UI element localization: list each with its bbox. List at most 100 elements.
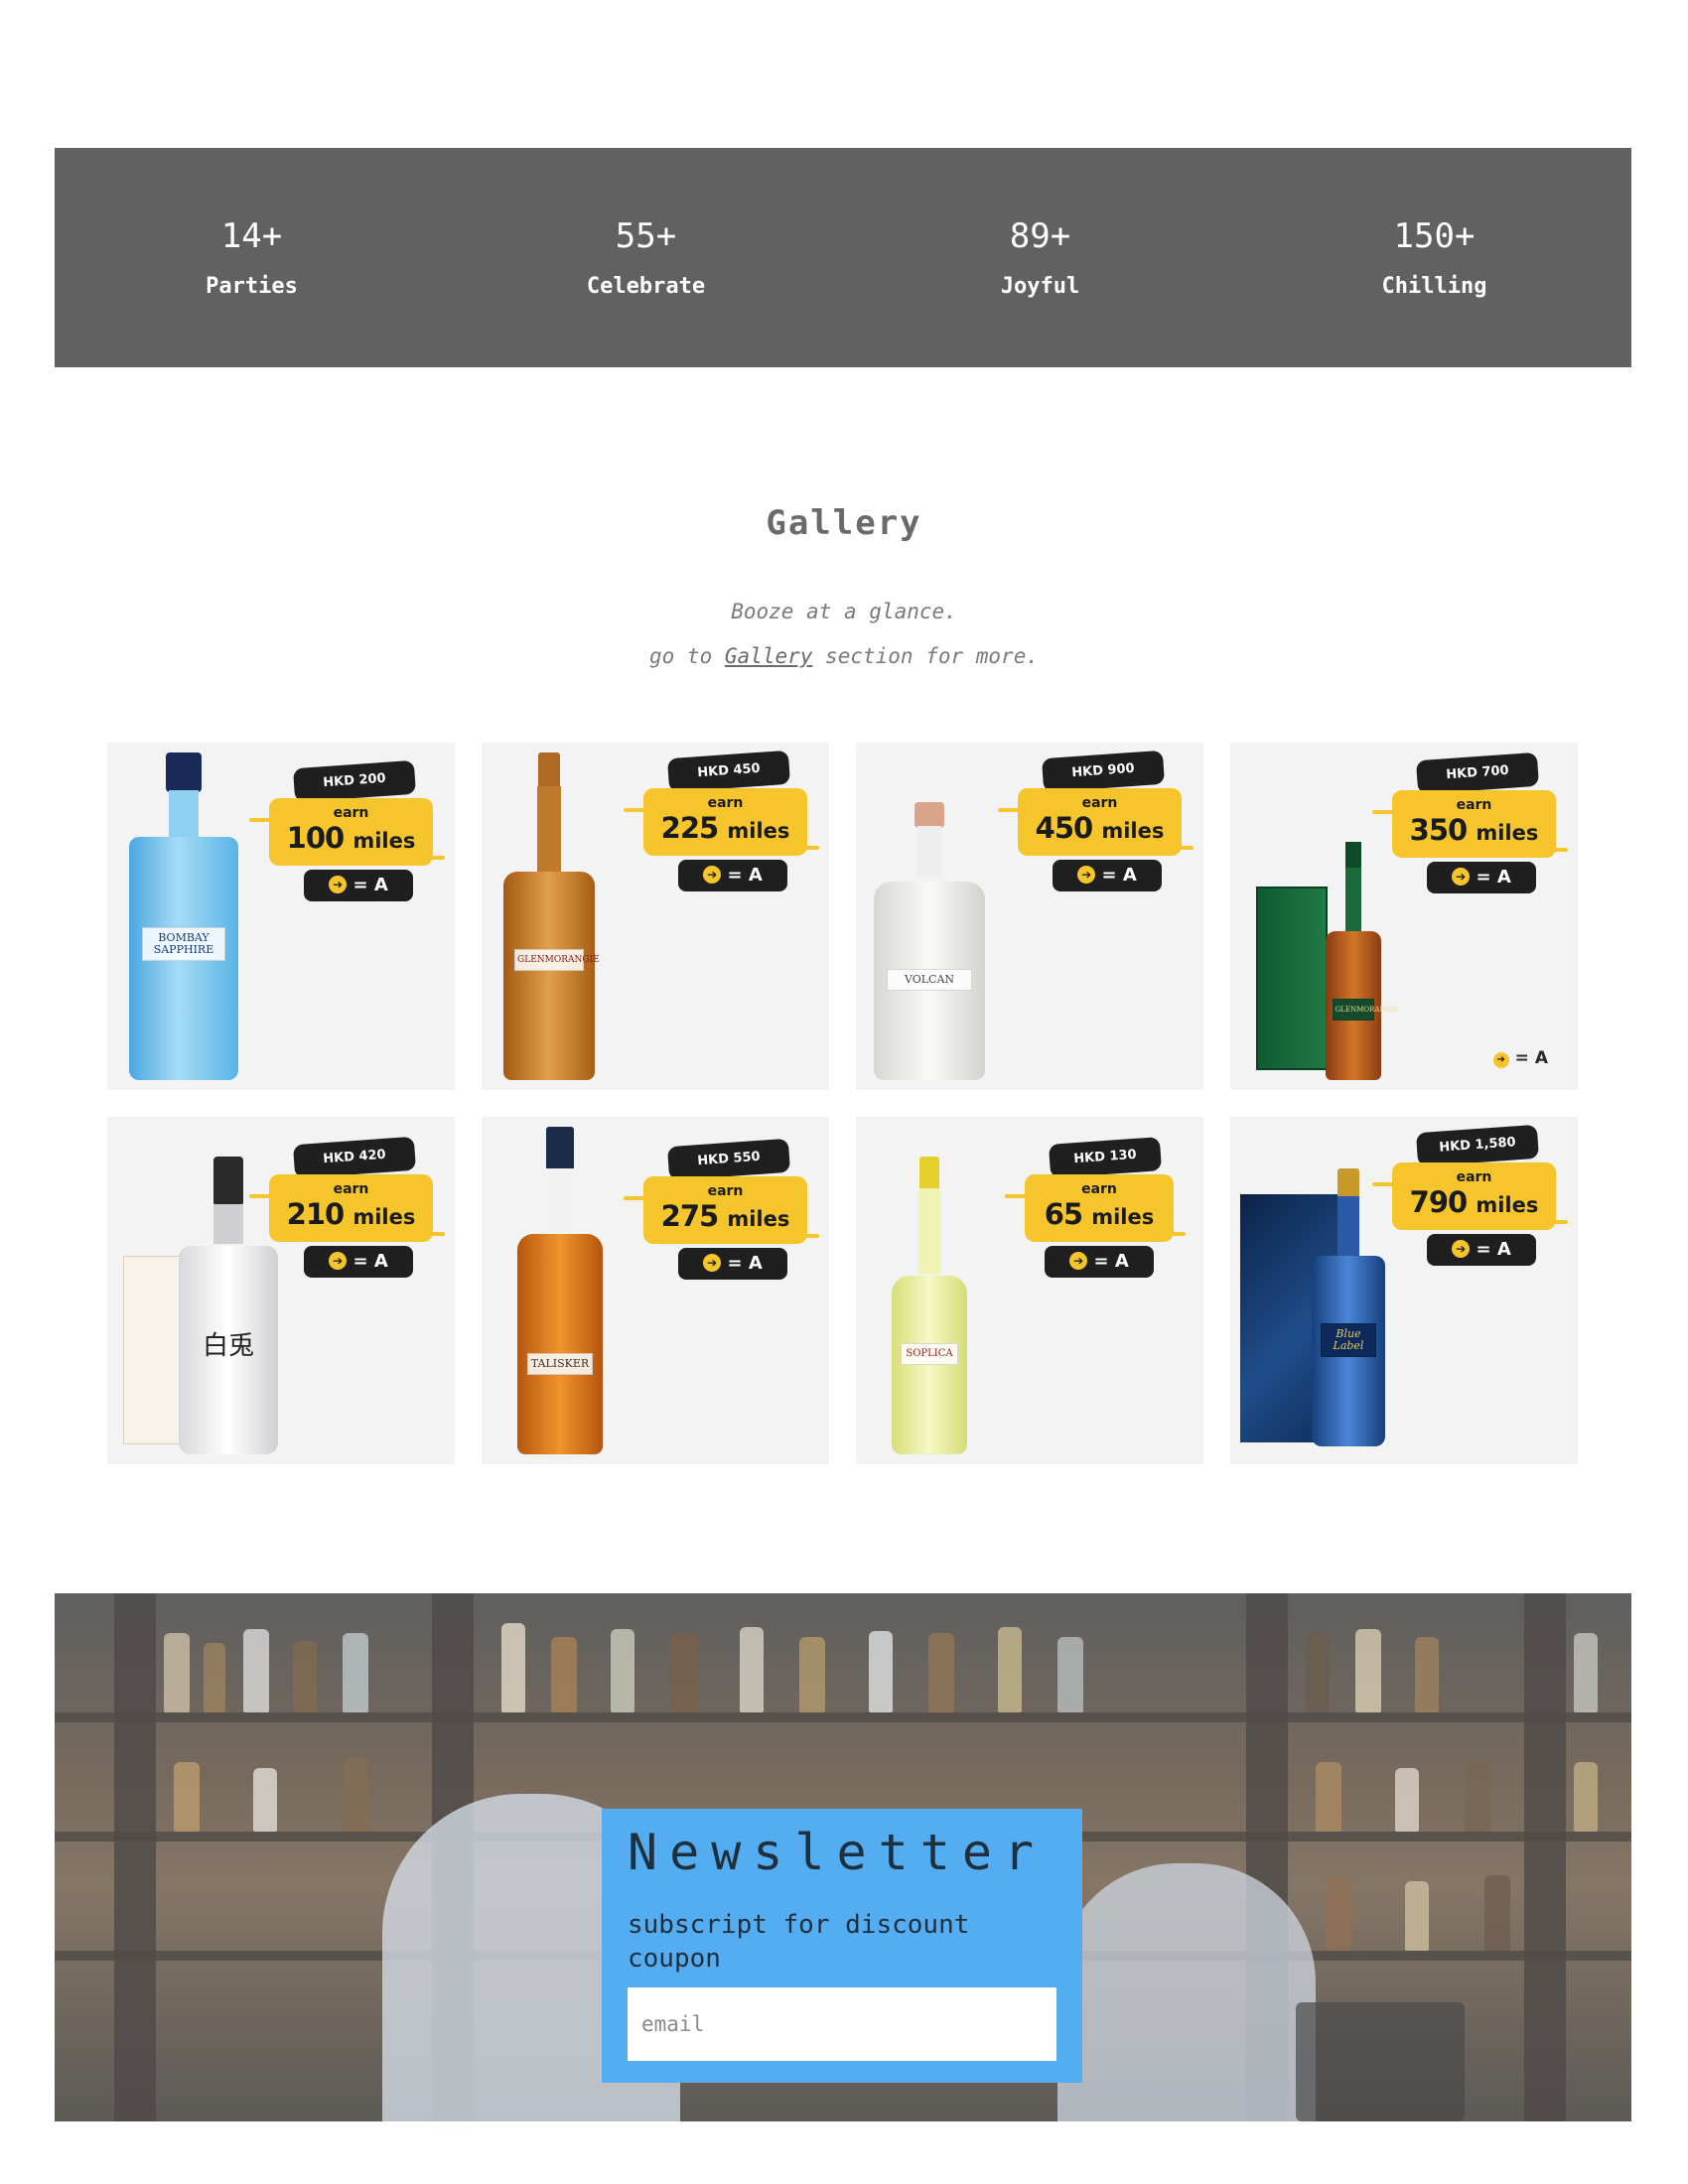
- stat-label: Chilling: [1381, 273, 1487, 299]
- gallery-link[interactable]: Gallery: [725, 644, 813, 668]
- conversion-pill: ➔ = A: [678, 860, 787, 891]
- stat-celebrate: 55+ Celebrate: [449, 214, 843, 302]
- conversion-pill: ➔ = A: [678, 1248, 787, 1280]
- newsletter-title: Newsletter: [628, 1824, 1047, 1881]
- coin-icon: ➔: [329, 876, 348, 893]
- gallery-card[interactable]: Blue Label HKD 1,580 earn 790 miles ➔ = …: [1230, 1117, 1578, 1464]
- gallery-card[interactable]: TALISKER HKD 550 earn 275 miles ➔ = A: [482, 1117, 829, 1464]
- earn-label: earn: [707, 1183, 744, 1199]
- bottle-image: GLENMORANGIE: [503, 752, 600, 1080]
- price-badge: HKD 1,580 earn 790 miles ➔ = A: [1372, 1124, 1568, 1278]
- conversion-pill: ➔ = A: [1045, 1246, 1154, 1278]
- bottle-label: SOPLICA: [901, 1343, 958, 1365]
- gallery-more-line: go to Gallery section for more.: [0, 634, 1688, 679]
- a-icon: A: [1534, 1048, 1548, 1068]
- price-tag: HKD 1,580: [1415, 1124, 1540, 1167]
- gallery-more-suffix: section for more.: [825, 644, 1039, 668]
- a-icon: A: [1114, 1251, 1129, 1272]
- miles-value: 100 miles: [286, 821, 416, 855]
- miles-value: 210 miles: [286, 1197, 416, 1231]
- earn-label: earn: [1456, 797, 1492, 813]
- coin-icon: ➔: [703, 1254, 722, 1272]
- bottle-label: GLENMORANGIE: [1332, 999, 1399, 1021]
- conversion-pill: ➔ = A: [1053, 860, 1162, 891]
- earn-label: earn: [1456, 1169, 1492, 1185]
- conversion-mark: ➔ = A: [1492, 1048, 1548, 1068]
- price-tag: HKD 700: [1415, 751, 1540, 795]
- miles-box: earn 275 miles: [643, 1176, 807, 1244]
- conversion-pill: ➔ = A: [304, 1246, 413, 1278]
- email-field[interactable]: [628, 1987, 1056, 2061]
- price-badge: HKD 550 earn 275 miles ➔ = A: [624, 1138, 819, 1292]
- bottle-label: GLENMORANGIE: [514, 949, 600, 971]
- price-tag: HKD 420: [292, 1136, 417, 1179]
- price-badge: HKD 700 earn 350 miles ➔ = A: [1372, 751, 1568, 905]
- price-tag: HKD 450: [666, 750, 791, 793]
- miles-value: 790 miles: [1409, 1185, 1539, 1219]
- stat-value: 55+: [615, 215, 677, 256]
- miles-value: 65 miles: [1044, 1197, 1155, 1231]
- gallery-card[interactable]: SOPLICA HKD 130 earn 65 miles ➔ = A: [856, 1117, 1203, 1464]
- miles-value: 225 miles: [660, 811, 790, 845]
- miles-box: earn 65 miles: [1025, 1174, 1174, 1242]
- stats-band: 14+ Parties 55+ Celebrate 89+ Joyful 150…: [55, 148, 1631, 367]
- coin-icon: ➔: [1452, 868, 1471, 886]
- price-badge: HKD 130 earn 65 miles ➔ = A: [1005, 1137, 1186, 1290]
- miles-value: 275 miles: [660, 1199, 790, 1233]
- bottle-label: TALISKER: [527, 1353, 593, 1375]
- a-icon: A: [1496, 1239, 1511, 1260]
- price-badge: HKD 420 earn 210 miles ➔ = A: [249, 1136, 445, 1290]
- coin-icon: ➔: [703, 866, 722, 884]
- gallery-subtitle: Booze at a glance. go to Gallery section…: [0, 590, 1688, 679]
- gallery-card[interactable]: GLENMORANGIE HKD 700 earn 350 miles ➔ = …: [1230, 743, 1578, 1090]
- earn-label: earn: [1081, 1181, 1117, 1197]
- gallery-card[interactable]: VOLCAN HKD 900 earn 450 miles ➔ = A: [856, 743, 1203, 1090]
- stat-value: 89+: [1009, 215, 1071, 256]
- coin-icon: ➔: [329, 1252, 348, 1270]
- stat-chilling: 150+ Chilling: [1237, 214, 1631, 302]
- conversion-pill: ➔ = A: [1427, 1234, 1536, 1266]
- coin-icon: ➔: [1077, 866, 1096, 884]
- earn-label: earn: [1081, 795, 1118, 811]
- a-icon: A: [373, 1251, 388, 1272]
- price-tag: HKD 200: [292, 759, 417, 803]
- price-badge: HKD 200 earn 100 miles ➔ = A: [249, 759, 445, 913]
- earn-label: earn: [333, 1181, 369, 1197]
- gallery-card[interactable]: BOMBAY SAPPHIRE HKD 200 earn 100 miles ➔…: [107, 743, 455, 1090]
- price-tag: HKD 900: [1041, 750, 1166, 793]
- stat-label: Joyful: [1000, 273, 1080, 299]
- gift-box-image: [1256, 887, 1328, 1070]
- a-icon: A: [373, 875, 388, 895]
- a-icon: A: [748, 865, 763, 886]
- conversion-pill: ➔ = A: [304, 870, 413, 901]
- a-icon: A: [1122, 865, 1137, 886]
- bottle-label: VOLCAN: [887, 969, 972, 991]
- coin-icon: ➔: [1069, 1252, 1088, 1270]
- miles-box: earn 210 miles: [269, 1174, 433, 1242]
- miles-box: earn 100 miles: [269, 798, 433, 866]
- bottle-image: VOLCAN: [874, 802, 985, 1080]
- stat-parties: 14+ Parties: [55, 214, 449, 302]
- gallery-title: Gallery: [766, 503, 922, 543]
- stat-value: 150+: [1393, 215, 1476, 256]
- miles-box: earn 350 miles: [1392, 790, 1556, 858]
- earn-label: earn: [333, 805, 369, 821]
- bottle-image: TALISKER: [517, 1127, 603, 1454]
- bottle-image: BOMBAY SAPPHIRE: [129, 752, 238, 1080]
- coin-icon: ➔: [1452, 1240, 1471, 1258]
- bottle-label: 白兎: [202, 1331, 254, 1361]
- earn-label: earn: [707, 795, 744, 811]
- price-badge: HKD 900 earn 450 miles ➔ = A: [998, 750, 1194, 903]
- bottle-image: SOPLICA: [892, 1157, 967, 1454]
- miles-box: earn 450 miles: [1018, 788, 1182, 856]
- gallery-card[interactable]: GLENMORANGIE HKD 450 earn 225 miles ➔ = …: [482, 743, 829, 1090]
- a-icon: A: [1496, 867, 1511, 887]
- gallery-card[interactable]: 白兎 HKD 420 earn 210 miles ➔ = A: [107, 1117, 455, 1464]
- conversion-pill: ➔ = A: [1427, 862, 1536, 893]
- miles-box: earn 790 miles: [1392, 1162, 1556, 1230]
- miles-value: 350 miles: [1409, 813, 1539, 847]
- stat-joyful: 89+ Joyful: [843, 214, 1237, 302]
- gallery-more-prefix: go to: [649, 644, 713, 668]
- miles-value: 450 miles: [1035, 811, 1165, 845]
- gallery-grid: BOMBAY SAPPHIRE HKD 200 earn 100 miles ➔…: [107, 743, 1579, 1464]
